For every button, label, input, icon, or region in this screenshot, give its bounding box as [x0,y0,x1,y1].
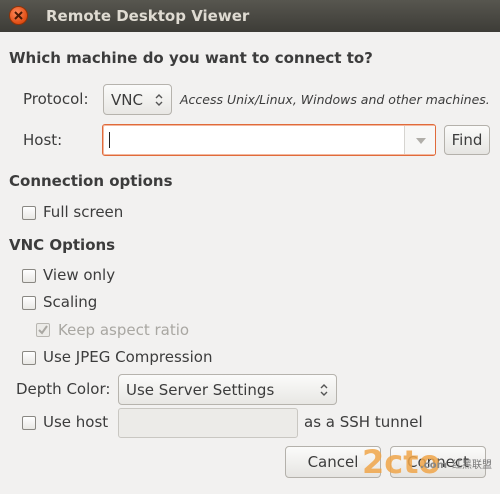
host-dropdown-button[interactable] [404,126,435,154]
window-title: Remote Desktop Viewer [46,7,250,25]
spin-arrows-icon [320,384,328,396]
text-caret [109,132,110,148]
view-only-label: View only [43,266,116,284]
find-button[interactable]: Find [444,125,490,155]
jpeg-checkbox[interactable] [22,351,36,365]
keep-aspect-label: Keep aspect ratio [58,321,190,339]
scaling-label: Scaling [43,293,98,311]
protocol-combo[interactable]: VNC [103,84,172,115]
keep-aspect-checkbox [36,323,50,337]
vnc-options-heading: VNC Options [9,236,116,254]
check-icon [38,325,48,335]
ssh-host-input [118,408,298,438]
chevron-down-icon [416,138,426,144]
close-icon [14,11,23,20]
host-input[interactable] [102,124,436,156]
ssh-tunnel-label: as a SSH tunnel [304,413,423,431]
host-label: Host: [23,131,63,149]
spin-arrows-icon [155,94,163,106]
depth-color-label: Depth Color: [16,380,111,398]
title-bar: Remote Desktop Viewer [0,0,500,32]
watermark-cn: 红黑联盟 [452,460,492,471]
depth-color-value: Use Server Settings [126,381,275,399]
connect-prompt: Which machine do you want to connect to? [9,49,373,67]
use-host-checkbox[interactable] [22,416,36,430]
depth-color-combo[interactable]: Use Server Settings [118,374,337,405]
full-screen-checkbox[interactable] [22,206,36,220]
connection-options-heading: Connection options [9,172,173,190]
protocol-description: Access Unix/Linux, Windows and other mac… [180,92,490,107]
scaling-checkbox[interactable] [22,296,36,310]
jpeg-label: Use JPEG Compression [43,348,213,366]
full-screen-label: Full screen [43,203,124,221]
close-button[interactable] [9,6,28,25]
protocol-label: Protocol: [23,90,89,108]
use-host-label: Use host [43,413,109,431]
view-only-checkbox[interactable] [22,269,36,283]
watermark-suffix: .com [420,460,448,471]
protocol-value: VNC [111,91,143,109]
